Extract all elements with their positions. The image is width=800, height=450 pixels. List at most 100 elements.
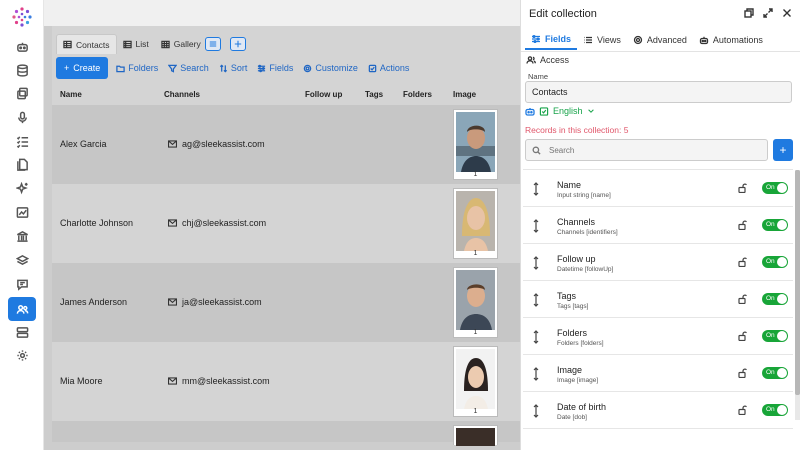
field-toggle[interactable]: On (762, 256, 788, 268)
contact-photo[interactable]: 1 (453, 267, 498, 338)
customize-button[interactable]: Customize (303, 63, 358, 73)
table-row[interactable] (52, 421, 520, 446)
add-field-button[interactable]: + (773, 139, 793, 161)
drag-handle-icon[interactable] (532, 182, 540, 196)
field-toggle[interactable]: On (762, 182, 788, 194)
analytics-icon[interactable] (12, 202, 32, 222)
drag-handle-icon[interactable] (532, 256, 540, 270)
contact-photo[interactable]: 1 (453, 109, 498, 180)
database-icon[interactable] (12, 60, 32, 80)
scrollbar-thumb[interactable] (795, 170, 800, 395)
column-tags[interactable]: Tags (365, 90, 383, 99)
expand-icon[interactable] (763, 8, 773, 18)
contacts-icon[interactable] (8, 297, 36, 321)
tab-access[interactable]: Access (526, 55, 569, 65)
table-row[interactable]: Alex Garcia ag@sleekassist.com 1 (52, 105, 520, 184)
drag-handle-icon[interactable] (532, 367, 540, 381)
table-row[interactable]: James Anderson ja@sleekassist.com 1 (52, 263, 520, 342)
bank-icon[interactable] (12, 226, 32, 246)
unlock-icon[interactable] (738, 405, 747, 417)
contact-photo[interactable]: 1 (453, 346, 498, 417)
plus-icon: + (64, 63, 70, 73)
add-view-button[interactable] (230, 37, 246, 51)
drag-handle-icon[interactable] (532, 404, 540, 418)
toggle-knob (777, 331, 787, 341)
copy-icon[interactable] (12, 83, 32, 103)
field-toggle[interactable]: On (762, 404, 788, 416)
field-row[interactable]: Follow up Datetime [followUp] On (523, 243, 793, 280)
unlock-icon[interactable] (738, 368, 747, 380)
field-row[interactable]: Channels Channels [identifiers] On (523, 206, 793, 243)
column-channels[interactable]: Channels (164, 90, 200, 99)
checklist-icon[interactable] (12, 131, 32, 151)
column-folders[interactable]: Folders (403, 90, 432, 99)
chat-icon[interactable] (12, 274, 32, 294)
tab-views[interactable]: Views (577, 30, 627, 50)
fields-button[interactable]: Fields (257, 63, 293, 73)
collection-name-input[interactable] (525, 81, 792, 103)
unlock-icon[interactable] (738, 183, 747, 195)
search-button[interactable]: Search (168, 63, 209, 73)
field-type: Datetime [followUp] (557, 266, 614, 273)
table-icon (63, 40, 72, 49)
window-icon[interactable] (744, 8, 754, 18)
contact-photo[interactable] (453, 425, 498, 446)
tab-fields[interactable]: Fields (525, 30, 578, 50)
unlock-icon[interactable] (738, 294, 747, 306)
unlock-icon[interactable] (738, 331, 747, 343)
create-button[interactable]: + Create (56, 57, 109, 79)
toggle-label: On (766, 406, 775, 413)
chevron-down-icon (587, 109, 594, 113)
tab-advanced[interactable]: Advanced (627, 30, 693, 50)
field-toggle[interactable]: On (762, 293, 788, 305)
server-icon[interactable] (12, 322, 32, 342)
app-logo[interactable] (11, 6, 33, 28)
drag-handle-icon[interactable] (532, 330, 540, 344)
tab-automations[interactable]: Automations (693, 30, 769, 50)
field-row[interactable]: Tags Tags [tags] On (523, 280, 793, 317)
field-row[interactable]: Name Input string [name] On (523, 169, 793, 206)
field-row[interactable]: Date of birth Date [dob] On (523, 391, 793, 428)
settings-icon[interactable] (12, 345, 32, 365)
field-row[interactable]: Folders Folders [folders] On (523, 317, 793, 354)
column-follow-up[interactable]: Follow up (305, 90, 342, 99)
field-toggle[interactable]: On (762, 367, 788, 379)
bot-icon[interactable] (12, 36, 32, 56)
folders-button[interactable]: Folders (116, 63, 158, 73)
tab-views-label: Views (597, 35, 621, 45)
plus-icon: + (779, 143, 787, 157)
photo-next-contact (456, 428, 495, 446)
field-row[interactable] (523, 428, 793, 448)
tab-list[interactable]: List (117, 34, 155, 54)
unlock-icon[interactable] (738, 257, 747, 269)
drag-handle-icon[interactable] (532, 219, 540, 233)
layers-icon[interactable] (12, 250, 32, 270)
table-row[interactable]: Charlotte Johnson chj@sleekassist.com 1 (52, 184, 520, 263)
column-name[interactable]: Name (60, 90, 82, 99)
field-toggle[interactable]: On (762, 219, 788, 231)
table-row[interactable]: Mia Moore mm@sleekassist.com 1 (52, 342, 520, 421)
search-input[interactable] (549, 145, 749, 155)
tab-gallery[interactable]: Gallery (155, 34, 207, 54)
sparkles-icon[interactable] (12, 178, 32, 198)
field-name: Folders (557, 328, 588, 338)
unlock-icon[interactable] (738, 220, 747, 232)
drag-handle-icon[interactable] (532, 293, 540, 307)
tab-contacts[interactable]: Contacts (56, 34, 117, 54)
language-selector[interactable]: English (525, 106, 595, 116)
panel-scrollbar[interactable] (795, 170, 800, 420)
documents-icon[interactable] (12, 154, 32, 174)
toggle-knob (777, 220, 787, 230)
microphone-icon[interactable] (12, 107, 32, 127)
contact-photo[interactable]: 1 (453, 188, 498, 259)
toggle-label: On (766, 332, 775, 339)
contact-name: James Anderson (60, 297, 128, 307)
view-menu-button[interactable] (205, 37, 221, 51)
column-image[interactable]: Image (453, 90, 476, 99)
close-icon[interactable] (782, 8, 792, 18)
field-toggle[interactable]: On (762, 330, 788, 342)
sort-button[interactable]: Sort (219, 63, 247, 73)
field-row[interactable]: Image Image [image] On (523, 354, 793, 391)
actions-button[interactable]: Actions (368, 63, 409, 73)
toggle-label: On (766, 221, 775, 228)
